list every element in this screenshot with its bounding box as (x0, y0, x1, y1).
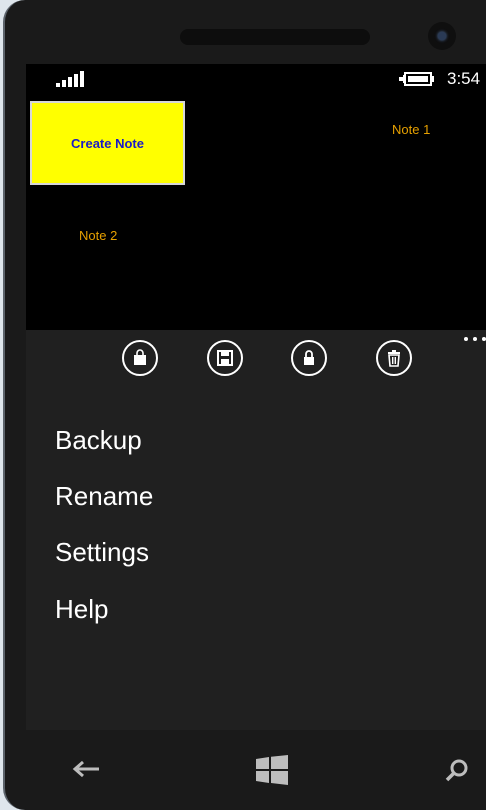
status-bar: 3:54 (26, 64, 486, 96)
phone-frame: 3:54 Create Note Note 1 Note 2 Backup Re… (3, 0, 486, 810)
back-arrow-icon[interactable] (71, 760, 101, 778)
battery-charging-icon (399, 72, 434, 86)
earpiece-speaker (180, 29, 370, 45)
note-1-link[interactable]: Note 1 (392, 122, 430, 137)
trash-icon (388, 350, 400, 367)
navigation-bar (5, 730, 486, 810)
lock-button[interactable] (291, 340, 327, 376)
more-options-icon[interactable] (462, 332, 486, 346)
create-note-label: Create Note (71, 135, 144, 151)
create-note-button[interactable]: Create Note (30, 101, 185, 185)
menu-item-rename[interactable]: Rename (55, 481, 153, 512)
shopping-bag-button[interactable] (122, 340, 158, 376)
lock-icon (304, 350, 314, 365)
front-camera (428, 22, 456, 50)
status-clock: 3:54 (447, 69, 481, 88)
menu-item-backup[interactable]: Backup (55, 425, 142, 456)
windows-logo-icon[interactable] (254, 755, 290, 785)
note-2-link[interactable]: Note 2 (79, 228, 117, 243)
menu-item-settings[interactable]: Settings (55, 537, 149, 568)
app-bar: Backup Rename Settings Help (26, 330, 486, 730)
search-icon[interactable] (444, 758, 470, 782)
delete-button[interactable] (376, 340, 412, 376)
shopping-bag-icon (134, 349, 146, 365)
save-icon (217, 350, 233, 366)
menu-item-help[interactable]: Help (55, 594, 108, 625)
save-button[interactable] (207, 340, 243, 376)
phone-screen: 3:54 Create Note Note 1 Note 2 Backup Re… (26, 64, 486, 730)
signal-strength-icon (56, 71, 84, 87)
